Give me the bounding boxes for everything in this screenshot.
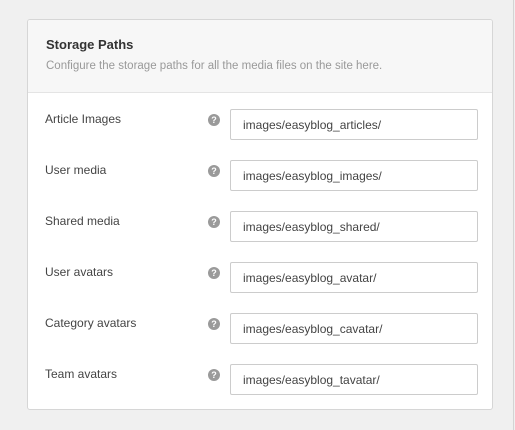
setting-row-user-media: User media ?	[28, 160, 492, 211]
help-icon[interactable]: ?	[208, 267, 220, 279]
panel-header: Storage Paths Configure the storage path…	[28, 20, 492, 93]
user-avatars-label: User avatars	[45, 265, 114, 279]
help-icon[interactable]: ?	[208, 114, 220, 126]
shared-media-path-input[interactable]	[230, 211, 478, 242]
user-media-path-input[interactable]	[230, 160, 478, 191]
setting-row-team-avatars: Team avatars ?	[28, 364, 492, 409]
panel-title: Storage Paths	[46, 37, 134, 52]
team-avatars-label: Team avatars	[45, 367, 118, 381]
panel-description: Configure the storage paths for all the …	[46, 60, 383, 72]
setting-row-category-avatars: Category avatars ?	[28, 313, 492, 364]
user-avatars-path-input[interactable]	[230, 262, 478, 293]
category-avatars-label: Category avatars	[45, 316, 137, 330]
setting-row-user-avatars: User avatars ?	[28, 262, 492, 313]
user-media-label: User media	[45, 163, 107, 177]
article-images-path-input[interactable]	[230, 109, 478, 140]
page-background: Storage Paths Configure the storage path…	[0, 0, 514, 430]
help-icon[interactable]: ?	[208, 318, 220, 330]
setting-row-shared-media: Shared media ?	[28, 211, 492, 262]
help-icon[interactable]: ?	[208, 369, 220, 381]
storage-paths-panel: Storage Paths Configure the storage path…	[27, 19, 493, 410]
help-icon[interactable]: ?	[208, 165, 220, 177]
setting-row-article-images: Article Images ?	[28, 109, 492, 160]
settings-rows: Article Images ? User media ? Shared med…	[28, 93, 492, 409]
category-avatars-path-input[interactable]	[230, 313, 478, 344]
team-avatars-path-input[interactable]	[230, 364, 478, 395]
shared-media-label: Shared media	[45, 214, 120, 228]
help-icon[interactable]: ?	[208, 216, 220, 228]
article-images-label: Article Images	[45, 112, 122, 126]
